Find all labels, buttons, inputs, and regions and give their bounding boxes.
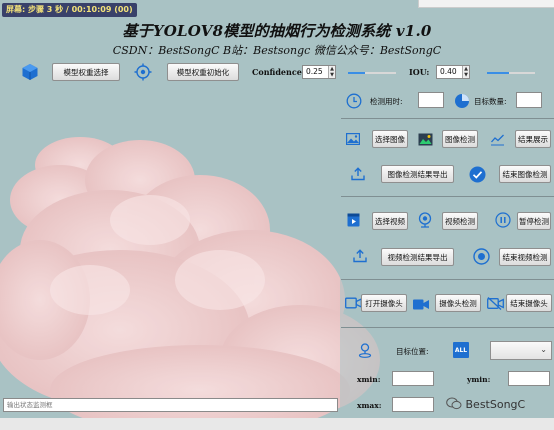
model-init-button[interactable]: 模型权重初始化 [167, 63, 239, 81]
line-chart-icon [489, 131, 505, 147]
spin-arrows-icon[interactable]: ▲ ▼ [328, 66, 335, 78]
iou-label: IOU: [409, 67, 430, 77]
section-divider [341, 118, 554, 119]
ymin-display [508, 371, 550, 386]
section-divider [341, 327, 554, 328]
clock-icon [345, 92, 363, 110]
ymin-label: ymin: [467, 375, 491, 384]
location-pin-icon [356, 341, 374, 359]
cube-icon [20, 62, 40, 82]
count-display [516, 92, 542, 108]
all-icon: ALL [453, 342, 469, 358]
xmin-display [392, 371, 434, 386]
wechat-icon [446, 397, 462, 413]
image-detect-icon [417, 131, 433, 147]
pause-icon [494, 211, 512, 229]
all-icon-label: ALL [454, 346, 468, 354]
confidence-slider-fill [348, 72, 365, 74]
image-detect-button[interactable]: 图像检测 [442, 130, 478, 148]
xmin-label: xmin: [357, 375, 381, 384]
video-file-icon [345, 212, 361, 228]
end-image-detect-button[interactable]: 结束图像检测 [499, 165, 551, 183]
camera-off-icon [486, 295, 504, 311]
count-label: 目标数量: [474, 97, 507, 106]
video-detect-button[interactable]: 视频检测 [442, 212, 478, 230]
confidence-value: 0.25 [306, 67, 323, 76]
time-display [418, 92, 444, 108]
pause-detect-button[interactable]: 暂停检测 [517, 212, 551, 230]
result-display-button[interactable]: 结果展示 [515, 130, 551, 148]
spin-arrows-icon[interactable]: ▲ ▼ [462, 66, 469, 78]
image-export-button[interactable]: 图像检测结果导出 [381, 165, 454, 183]
background-window-edge [418, 0, 554, 8]
select-video-button[interactable]: 选择视频 [372, 212, 408, 230]
iou-slider-fill [487, 72, 509, 74]
end-camera-button[interactable]: 结束摄像头 [506, 294, 552, 312]
iou-slider[interactable] [487, 72, 535, 74]
xmax-label: xmax: [357, 401, 382, 410]
pie-chart-icon [453, 92, 471, 110]
end-video-detect-button[interactable]: 结束视频检测 [499, 248, 551, 266]
target-icon [133, 62, 153, 82]
video-export-button[interactable]: 视频检测结果导出 [381, 248, 454, 266]
watermark: BestSongC [446, 397, 525, 413]
target-position-label: 目标位置: [396, 347, 429, 356]
upload-icon [350, 166, 366, 182]
video-camera-icon [412, 296, 430, 312]
target-select-dropdown[interactable]: ⌄ [490, 341, 552, 360]
webcam-icon [416, 211, 434, 229]
iou-spinbox[interactable]: 0.40 ▲ ▼ [436, 65, 470, 79]
status-monitor-field: 输出状态监测框 [3, 398, 338, 412]
check-circle-icon [468, 165, 486, 183]
confidence-slider[interactable] [348, 72, 396, 74]
watermark-text: BestSongC [465, 398, 526, 411]
time-label: 检测用时: [370, 97, 403, 106]
image-icon [345, 131, 361, 147]
confidence-spinbox[interactable]: 0.25 ▲ ▼ [302, 65, 336, 79]
upload-icon [352, 248, 368, 264]
screen-recorder-status: 屏幕: 步骤 3 秒 / 00:10:09 (00) [2, 3, 137, 17]
camera-detect-button[interactable]: 摄像头检测 [435, 294, 481, 312]
xmax-display [392, 397, 434, 412]
camera-icon [344, 295, 362, 311]
app-title: 基于YOLOV8模型的抽烟行为检测系统 v1.0 [122, 22, 432, 40]
iou-value: 0.40 [440, 67, 457, 76]
model-select-button[interactable]: 模型权重选择 [52, 63, 120, 81]
open-camera-button[interactable]: 打开摄像头 [361, 294, 407, 312]
section-divider [341, 196, 554, 197]
chevron-down-icon: ⌄ [540, 345, 547, 354]
stop-circle-icon [472, 247, 490, 265]
section-divider [341, 279, 554, 280]
app-subtitle: CSDN：BestSongC B站：Bestsongc 微信公众号：BestSo… [112, 44, 442, 57]
confidence-label: Confidence: [252, 67, 305, 77]
select-image-button[interactable]: 选择图像 [372, 130, 408, 148]
